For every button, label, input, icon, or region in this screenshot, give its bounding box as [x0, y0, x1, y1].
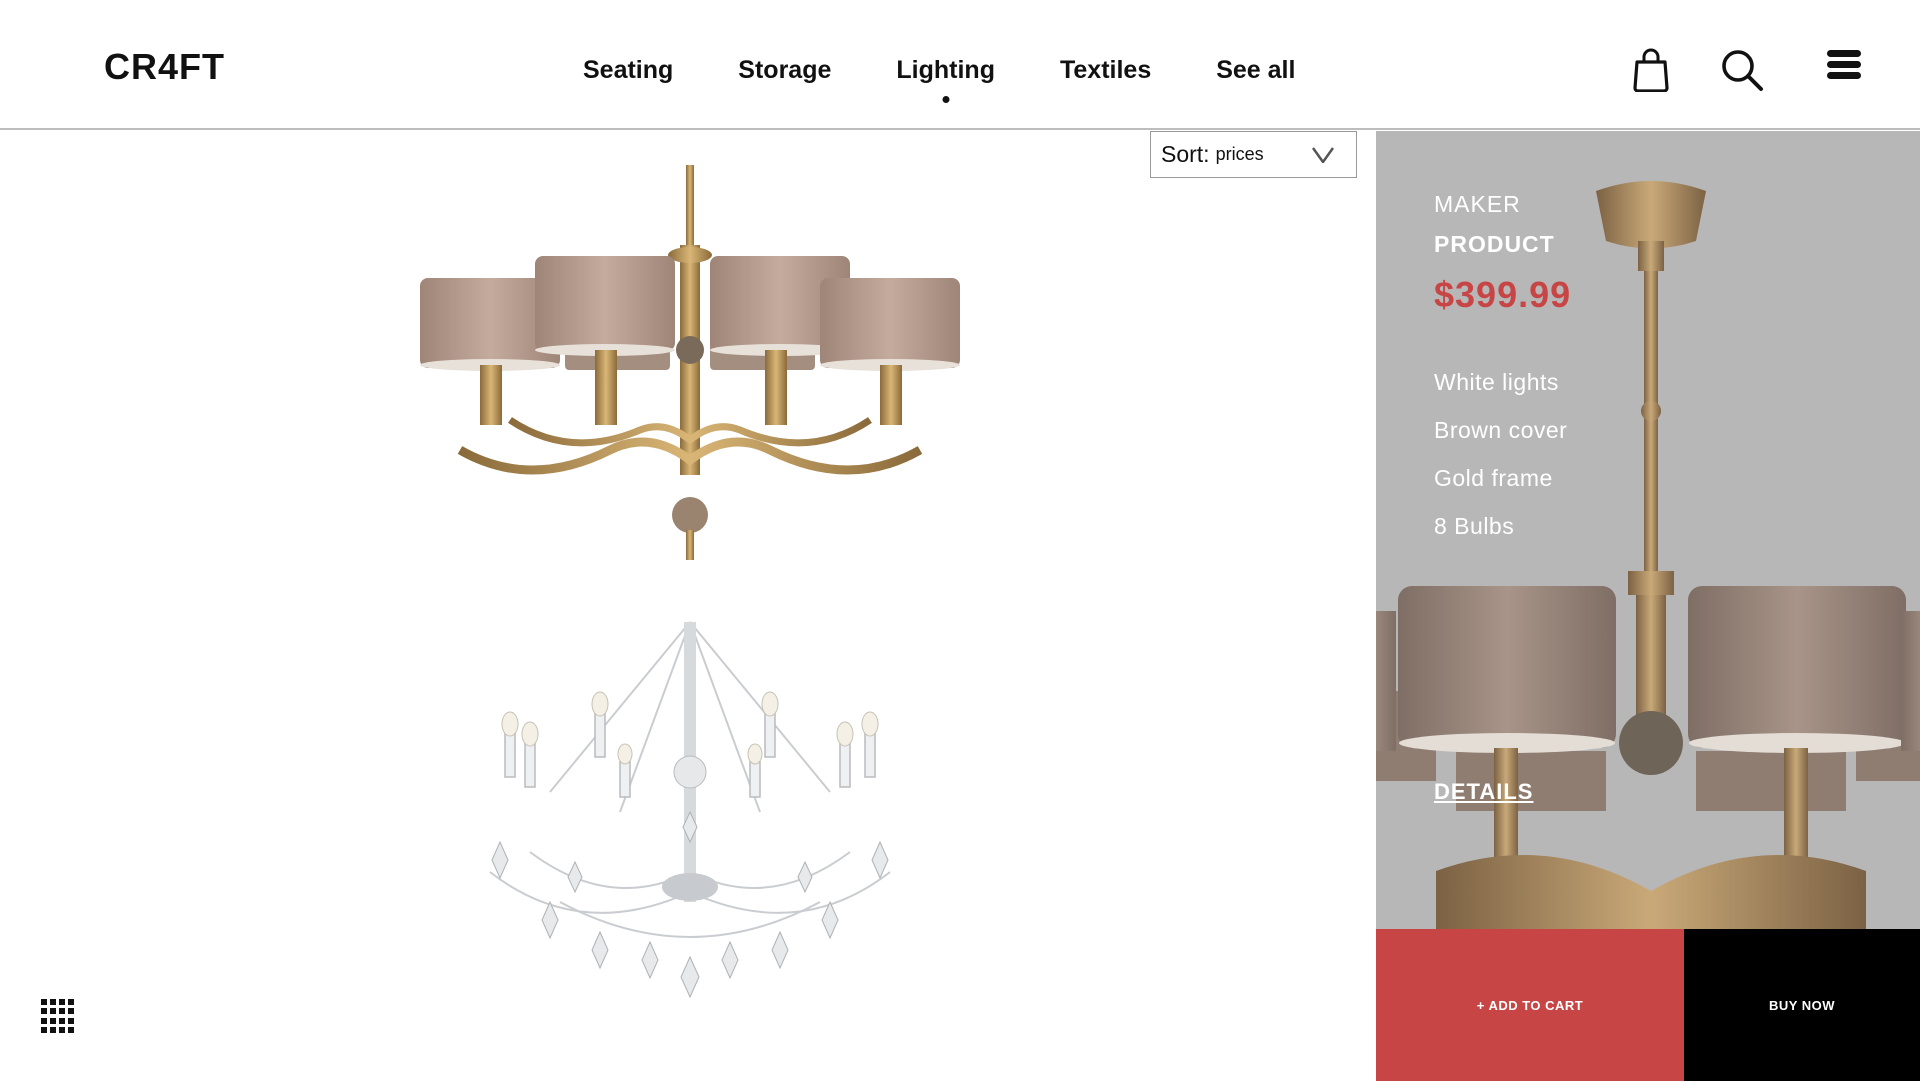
logo[interactable]: CR4FT — [104, 46, 225, 88]
nav-item-textiles[interactable]: Textiles — [1060, 56, 1151, 85]
sort-label: Sort: — [1161, 141, 1210, 167]
add-to-cart-button[interactable]: + ADD TO CART — [1376, 929, 1684, 1081]
feature-item: Brown cover — [1434, 417, 1568, 443]
product-crystal-chandelier[interactable] — [460, 612, 920, 1022]
nav-label: Lighting — [896, 56, 995, 84]
crystal-chandelier-image — [489, 621, 891, 999]
header: CR4FT Seating Storage Lighting Textiles … — [0, 0, 1920, 130]
active-indicator — [942, 96, 950, 103]
nav-item-storage[interactable]: Storage — [738, 56, 831, 85]
product-detail-panel: MAKER PRODUCT $399.99 White lights Brown… — [1376, 131, 1920, 929]
menu-icon[interactable] — [1825, 47, 1869, 91]
feature-list: White lights Brown cover Gold frame 8 Bu… — [1434, 369, 1567, 561]
nav-item-see-all[interactable]: See all — [1216, 56, 1295, 85]
grid-icon[interactable] — [41, 999, 75, 1033]
nav-item-lighting[interactable]: Lighting — [896, 56, 995, 103]
nav-label: See all — [1216, 56, 1296, 84]
nav-label: Seating — [583, 56, 674, 84]
shopping-bag-icon[interactable] — [1629, 48, 1673, 93]
feature-item: 8 Bulbs — [1434, 513, 1515, 539]
product-brass-chandelier[interactable] — [410, 160, 970, 570]
chevron-down-icon — [1312, 147, 1334, 163]
maker-label: MAKER — [1434, 191, 1521, 217]
nav-item-seating[interactable]: Seating — [583, 56, 673, 85]
sort-dropdown[interactable]: Sort: prices — [1150, 131, 1357, 178]
product-price: $399.99 — [1434, 274, 1572, 315]
search-icon[interactable] — [1720, 48, 1764, 92]
buy-now-button[interactable]: BUY NOW — [1684, 929, 1920, 1081]
feature-item: Gold frame — [1434, 465, 1553, 491]
product-name: PRODUCT — [1434, 231, 1555, 257]
nav-label: Textiles — [1059, 56, 1152, 84]
details-link[interactable]: DETAILS — [1434, 779, 1533, 805]
brass-chandelier-image — [420, 165, 960, 560]
sort-value: prices — [1215, 144, 1264, 164]
main-nav: Seating Storage Lighting Textiles See al… — [583, 56, 1295, 103]
nav-label: Storage — [738, 56, 832, 84]
feature-item: White lights — [1434, 369, 1559, 395]
